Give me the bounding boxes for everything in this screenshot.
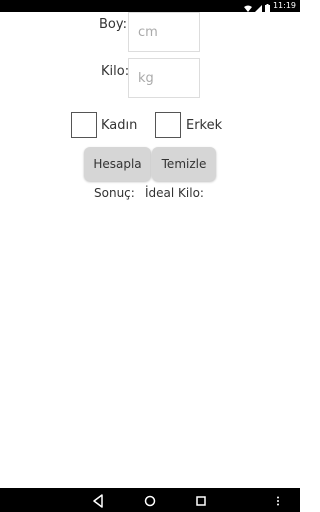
back-icon[interactable] <box>92 493 104 512</box>
signal-icon <box>254 0 262 16</box>
clear-button[interactable]: Temizle <box>152 147 216 181</box>
overflow-menu-icon[interactable] <box>276 493 280 512</box>
app-screen: 11:19 Boy: Kilo: Kadın Erkek Hesapla Tem… <box>0 0 300 512</box>
navigation-bar <box>0 488 300 512</box>
height-label: Boy: <box>99 17 127 32</box>
male-checkbox[interactable] <box>155 112 181 138</box>
calculate-button[interactable]: Hesapla <box>84 147 151 181</box>
height-input[interactable] <box>128 12 200 52</box>
status-icons: 11:19 <box>243 0 296 12</box>
result-label: Sonuç: <box>94 186 135 200</box>
female-label: Kadın <box>101 118 138 133</box>
home-icon[interactable] <box>143 493 157 512</box>
recents-icon[interactable] <box>195 493 207 512</box>
female-checkbox[interactable] <box>71 112 97 138</box>
ideal-weight-label: İdeal Kilo: <box>145 186 204 200</box>
weight-input[interactable] <box>128 58 200 98</box>
weight-label: Kilo: <box>101 64 130 79</box>
status-time: 11:19 <box>272 1 296 10</box>
status-bar: 11:19 <box>0 0 300 12</box>
male-label: Erkek <box>186 118 223 133</box>
wifi-icon <box>243 0 252 16</box>
battery-icon <box>264 0 270 16</box>
